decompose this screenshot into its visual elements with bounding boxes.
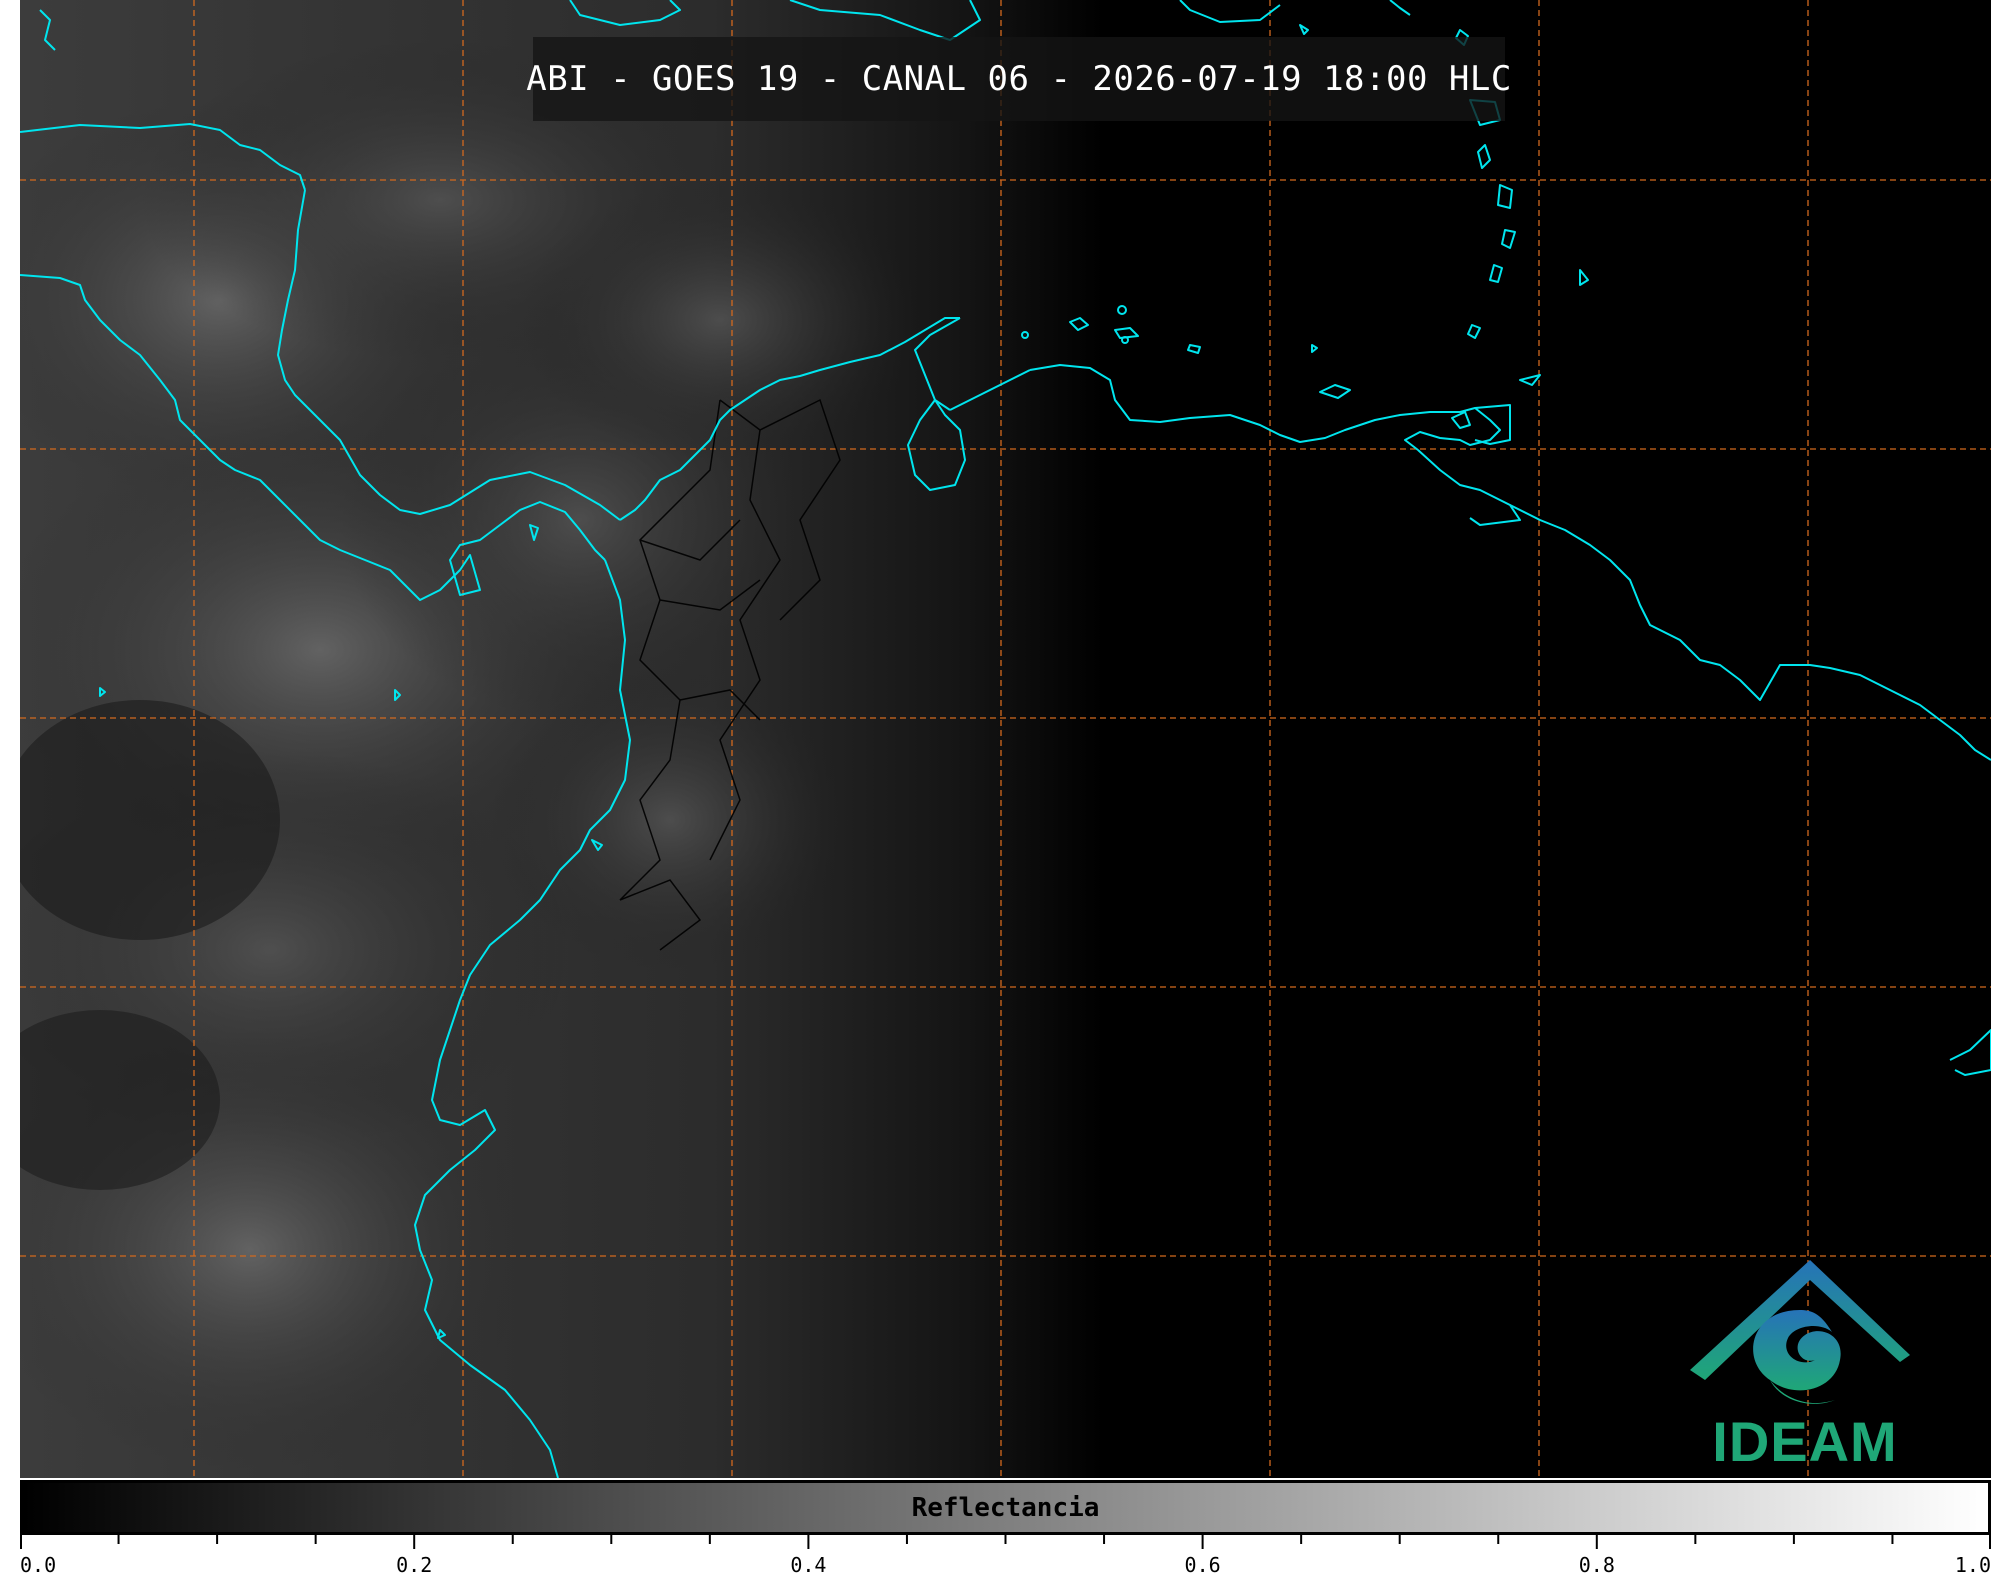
logo-text: IDEAM [1712,1410,1898,1473]
tick-label-3: 0.6 [1184,1553,1221,1577]
colorbar-ticks: 0.0 0.2 0.4 0.6 0.8 1.0 [20,1535,1991,1577]
tick-label-2: 0.4 [790,1553,827,1577]
map-title: ABI - GOES 19 - CANAL 06 - 2026-07-19 18… [526,59,1512,99]
ideam-logo: IDEAM [1660,1250,1950,1478]
colorbar: Reflectancia [20,1480,1991,1535]
tick-label-1: 0.2 [396,1553,433,1577]
ideam-logo-icon [1690,1260,1910,1404]
tick-label-4: 0.8 [1578,1553,1615,1577]
tick-label-0: 0.0 [20,1553,57,1577]
colorbar-label: Reflectancia [911,1492,1100,1523]
tick-label-5: 1.0 [1954,1553,1991,1577]
tick-marks [20,1535,1991,1549]
satellite-map: ABI - GOES 19 - CANAL 06 - 2026-07-19 18… [20,0,1991,1478]
title-panel: ABI - GOES 19 - CANAL 06 - 2026-07-19 18… [526,37,1512,121]
